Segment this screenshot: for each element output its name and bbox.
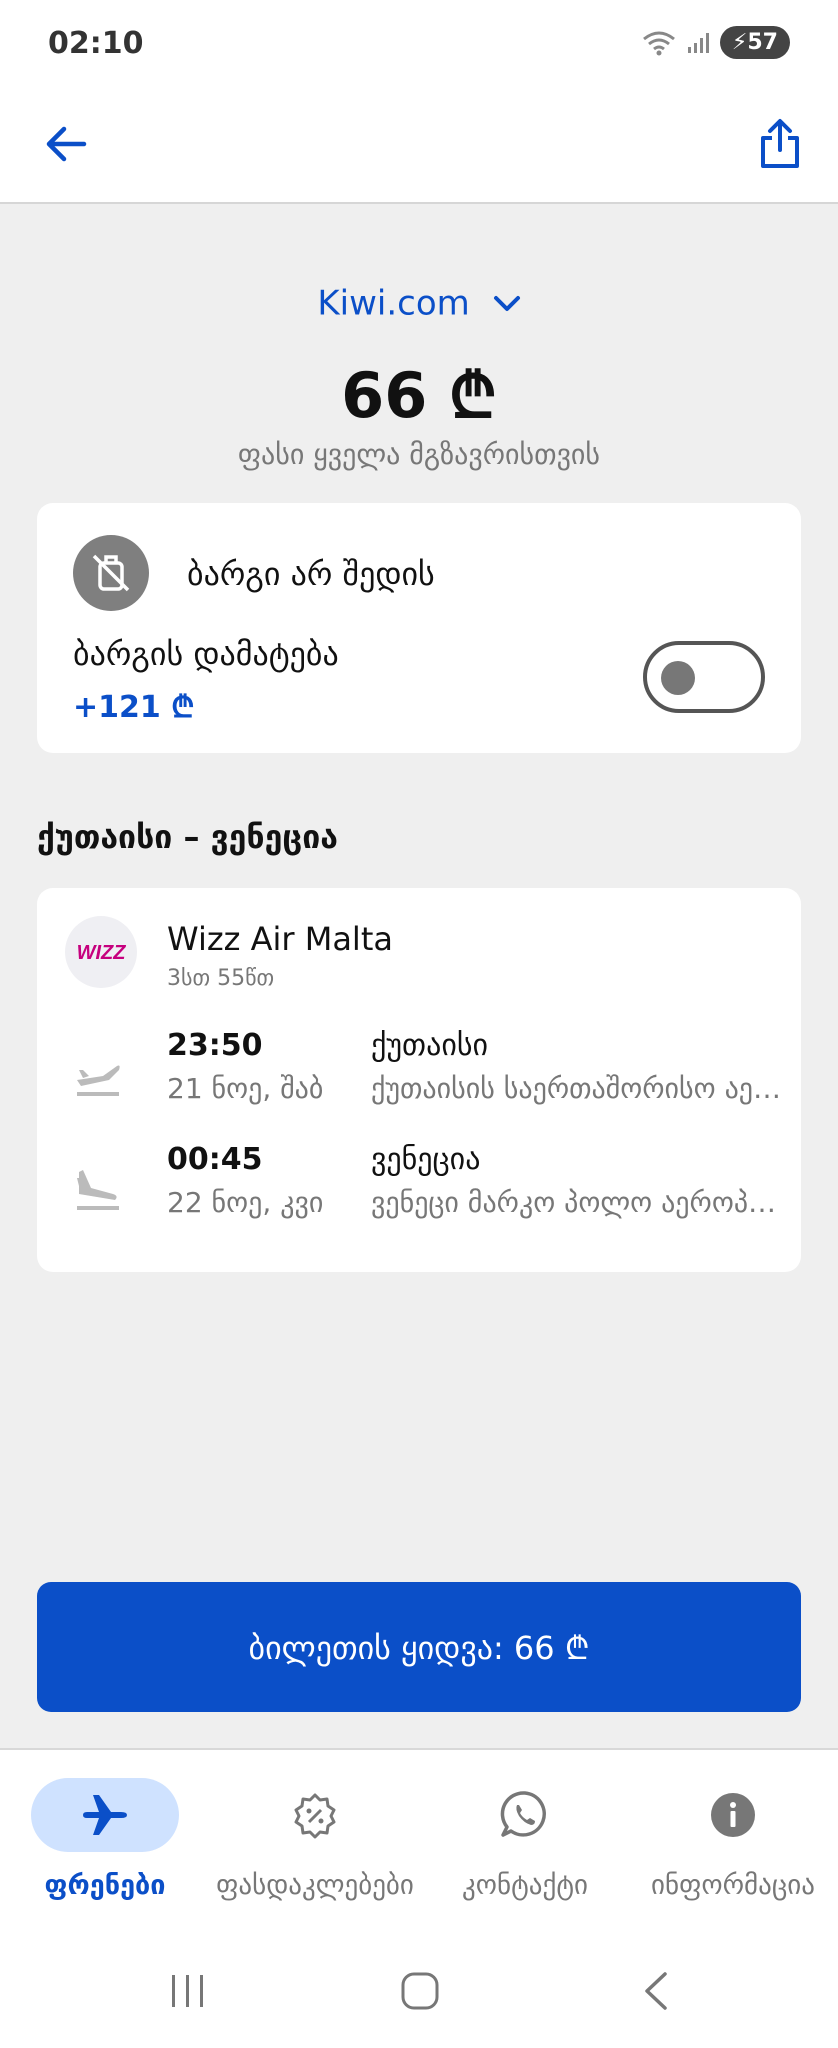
departure-date: 21 ნოე, შაბ [167,1072,324,1105]
airline-logo: WIZZ [65,916,137,988]
nav-discounts-icon-wrap [241,1778,389,1852]
home-button[interactable] [390,1966,450,2016]
arrival-time: 00:45 [167,1142,263,1177]
provider-name: Kiwi.com [317,283,470,324]
nav-discounts-label: ფასდაკლებები [216,1870,414,1901]
departure-airport: ქუთაისის საერთაშორისო აეროპორტი [371,1072,791,1105]
nav-flights-icon-wrap [31,1778,179,1852]
flight-duration: 3სთ 55წთ [167,966,275,991]
signal-icon [687,32,709,53]
arrival-airport: ვენეცი მარკო პოლო აეროპორტი [371,1186,791,1219]
status-icons: ⚡57 [642,26,790,59]
chevron-down-icon [493,295,520,311]
route-title: ქუთაისი – ვენეცია [37,818,338,856]
info-icon [711,1793,755,1837]
back-button[interactable] [36,114,96,174]
home-icon [401,1972,439,2010]
share-button[interactable] [750,114,810,174]
nav-info-label: ინფორმაცია [650,1870,815,1901]
battery-indicator: ⚡57 [719,26,790,59]
whatsapp-icon [500,1791,546,1837]
landing-icon [77,1170,119,1210]
recent-apps-icon [172,1975,203,2007]
buy-ticket-button[interactable]: ბილეთის ყიდვა: 66 ₾ [37,1582,801,1712]
flight-card[interactable]: WIZZ Wizz Air Malta 3სთ 55წთ 23:50 21 ნო… [37,888,801,1272]
status-time: 02:10 [48,26,144,61]
departure-segment: 23:50 21 ნოე, შაბ ქუთაისი ქუთაისის საერთ… [37,1028,801,1128]
no-baggage-icon [73,535,149,611]
arrival-date: 22 ნოე, კვი [167,1186,324,1219]
arrow-left-icon [46,126,87,162]
battery-level: 57 [747,30,778,55]
add-baggage-price: +121 ₾ [73,690,195,725]
arrival-city: ვენეცია [371,1142,481,1177]
add-baggage-toggle[interactable] [643,641,765,713]
baggage-card: ბარგი არ შედის ბარგის დამატება +121 ₾ [37,503,801,753]
nav-info[interactable]: ინფორმაცია [628,1778,838,1901]
nav-contact-icon-wrap [451,1778,599,1852]
recent-apps-button[interactable] [158,1966,218,2016]
nav-flights-label: ფრენები [44,1870,166,1901]
arrival-segment: 00:45 22 ნოე, კვი ვენეცია ვენეცი მარკო პ… [37,1142,801,1242]
nav-info-icon-wrap [659,1778,807,1852]
system-back-button[interactable] [626,1966,686,2016]
discount-icon [294,1793,336,1839]
price-note: ფასი ყველა მგზავრისთვის [237,438,601,471]
system-nav-bar [0,1928,838,2048]
takeoff-icon [77,1065,120,1096]
departure-city: ქუთაისი [371,1028,489,1063]
toggle-knob [661,661,695,695]
app-bar [0,90,838,204]
nav-flights[interactable]: ფრენები [0,1778,210,1901]
status-bar: 02:10 ⚡57 [0,0,838,90]
add-baggage-label: ბარგის დამატება [73,635,339,673]
wifi-icon [642,31,675,55]
airplane-icon [83,1795,127,1835]
bottom-nav: ფრენები ფასდაკლებები კონტაქტი ინფორმაცია [0,1748,838,1928]
departure-time: 23:50 [167,1028,263,1063]
nav-discounts[interactable]: ფასდაკლებები [210,1778,420,1901]
provider-selector[interactable]: Kiwi.com [0,282,838,324]
svg-text:WIZZ: WIZZ [77,942,127,964]
nav-contact[interactable]: კონტაქტი [420,1778,630,1901]
baggage-not-included-label: ბარგი არ შედის [187,555,435,593]
share-icon [761,119,799,168]
nav-contact-label: კონტაქტი [462,1870,588,1901]
back-chevron-icon [645,1972,667,2010]
airline-name: Wizz Air Malta [167,920,393,958]
total-price: 66 ₾ [341,359,497,432]
